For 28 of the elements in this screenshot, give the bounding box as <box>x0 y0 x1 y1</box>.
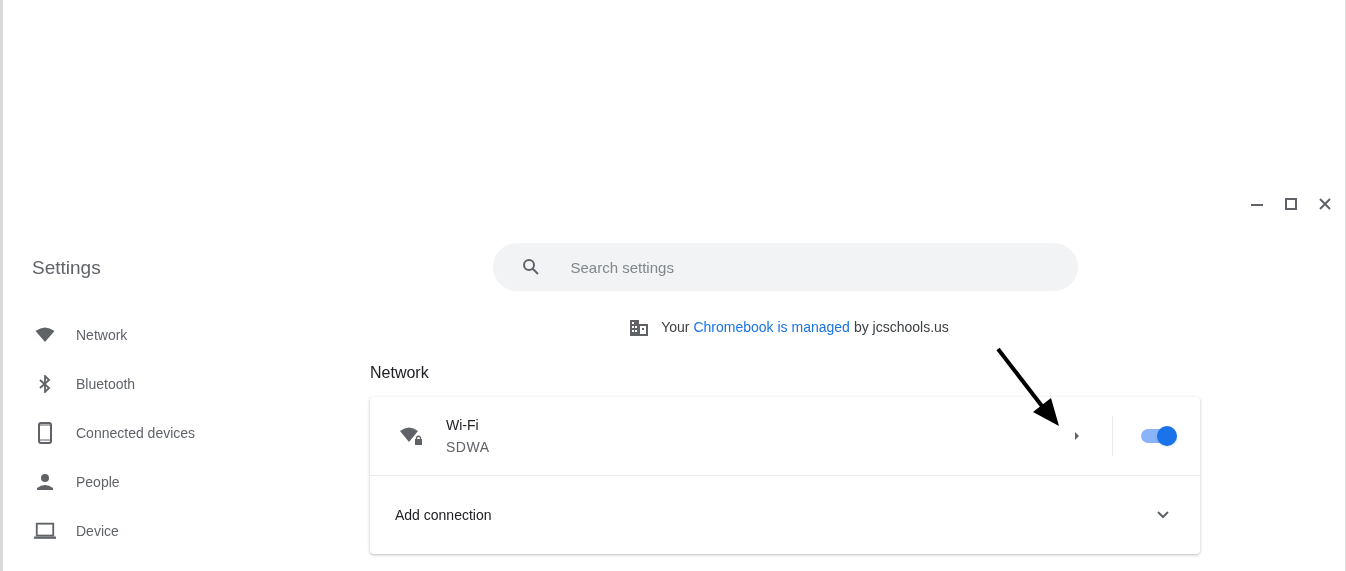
nav-item[interactable]: Network <box>76 324 128 346</box>
laptop-icon <box>34 522 56 540</box>
wifi-label: Wi-Fi <box>446 417 480 433</box>
maximize-icon[interactable] <box>1285 198 1297 210</box>
wifi-icon <box>35 327 55 343</box>
person-icon <box>36 474 54 490</box>
app-title: Settings <box>32 256 102 280</box>
wifi-lock-icon <box>399 426 425 446</box>
managed-link[interactable]: Chromebook is managed <box>693 317 850 338</box>
section-title: Network <box>370 363 430 383</box>
nav-item[interactable]: Bluetooth <box>76 373 136 395</box>
add-connection-label[interactable]: Add connection <box>395 504 492 526</box>
search-field[interactable]: Search settings <box>492 243 1078 291</box>
network-name: SDWA <box>446 439 490 455</box>
minimize-icon[interactable] <box>1251 202 1263 206</box>
wifi-toggle[interactable] <box>1141 429 1175 443</box>
nav-item[interactable]: Device <box>76 520 119 542</box>
notice-text: by jcschools.us <box>853 318 949 337</box>
chevron-icon[interactable] <box>1157 511 1169 519</box>
caret-icon[interactable] <box>1074 431 1080 441</box>
close-icon[interactable] <box>1319 198 1331 210</box>
bluetooth-icon <box>39 375 51 393</box>
notice-text: Your <box>661 318 690 337</box>
nav-item[interactable]: Connected devices <box>76 422 196 444</box>
search-icon <box>521 258 540 276</box>
building-icon <box>629 318 650 337</box>
nav-item[interactable]: People <box>76 471 120 493</box>
phone-icon <box>38 422 52 444</box>
